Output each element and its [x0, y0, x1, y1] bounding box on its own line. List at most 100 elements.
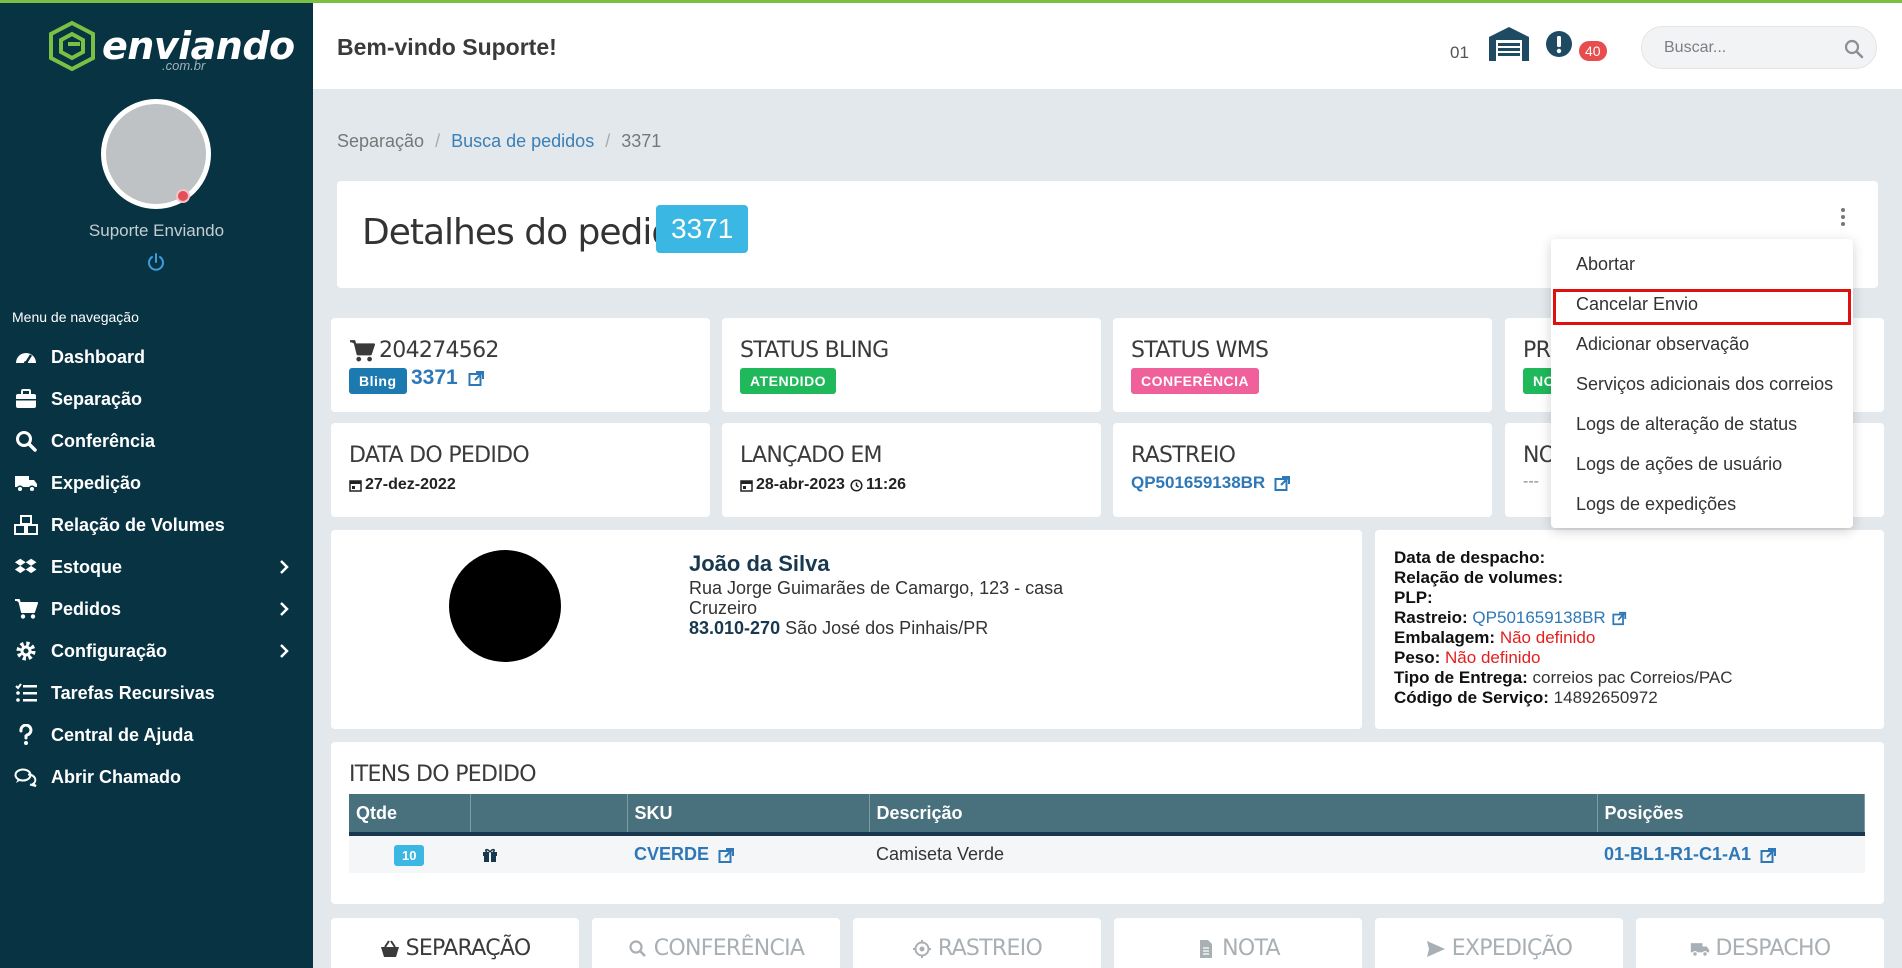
tracking-code: QP501659138BR	[1131, 473, 1266, 492]
breadcrumb-link[interactable]: Busca de pedidos	[451, 131, 594, 152]
bling-order-link[interactable]: 3371	[411, 366, 485, 390]
sku-link: CVERDE	[634, 844, 710, 864]
search-icon[interactable]	[1844, 39, 1864, 59]
sidebar-item-label: Dashboard	[51, 346, 146, 367]
sidebar-item-abrir-chamado[interactable]: Abrir Chamado	[0, 756, 313, 798]
items-card: ITENS DO PEDIDO Qtde SKU Descrição Posiç…	[331, 742, 1884, 904]
order-id: 204274562	[349, 338, 499, 363]
icon-cell	[470, 834, 627, 873]
package: Embalagem: Não definido	[1394, 628, 1595, 648]
cart-icon	[350, 339, 375, 362]
service-code-value: 14892650972	[1553, 688, 1658, 707]
dropbox-icon	[14, 558, 37, 574]
order-date-text: 27-dez-2022	[365, 476, 456, 493]
sidebar-item-expedicao[interactable]: Expedição	[0, 462, 313, 504]
nav-title: Menu de navegação	[12, 309, 139, 325]
sidebar-item-label: Conferência	[51, 430, 156, 451]
kebab-menu-icon[interactable]	[1838, 206, 1848, 228]
chevron-right-icon	[280, 644, 289, 658]
status-bling-badge: ATENDIDO	[740, 368, 837, 394]
customer-address: Rua Jorge Guimarães de Camargo, 123 - ca…	[689, 578, 1064, 598]
sidebar-item-tarefas[interactable]: Tarefas Recursivas	[0, 672, 313, 714]
weight-value: Não definido	[1445, 648, 1541, 667]
sidebar-item-label: Separação	[51, 388, 143, 409]
search-icon	[16, 431, 37, 452]
table-header-row: Qtde SKU Descrição Posições	[349, 794, 1865, 836]
gift-icon	[483, 849, 497, 863]
external-link-icon	[468, 370, 484, 386]
order-number-badge: 3371	[656, 205, 749, 253]
tab-rastreio[interactable]: RASTREIO	[853, 918, 1101, 968]
search-icon	[629, 940, 646, 957]
menu-item-logs-expedicoes[interactable]: Logs de expedições	[1576, 494, 1736, 515]
tab-despacho[interactable]: DESPACHO	[1636, 918, 1884, 968]
sidebar-item-conferencia[interactable]: Conferência	[0, 420, 313, 462]
power-icon[interactable]	[146, 252, 166, 272]
boxes-icon	[14, 515, 38, 535]
sku-cell[interactable]: CVERDE	[627, 834, 869, 873]
customer-city-line: 83.010-270 São José dos Pinhais/PR	[689, 618, 988, 639]
launched-card: LANÇADO EM 28-abr-2023 11:26	[722, 423, 1101, 517]
breadcrumb-separator: /	[605, 131, 611, 151]
dispatch-date: Data de despacho:	[1394, 548, 1545, 568]
truck-icon	[1690, 943, 1709, 957]
service-code-label: Código de Serviço:	[1394, 688, 1549, 707]
order-date-card: DATA DO PEDIDO 27-dez-2022	[331, 423, 710, 517]
sidebar-item-separacao[interactable]: Separação	[0, 378, 313, 420]
menu-item-servicos-correios[interactable]: Serviços adicionais dos correios	[1576, 374, 1833, 395]
breadcrumb-item[interactable]: Separação	[337, 131, 424, 152]
sidebar-item-pedidos[interactable]: Pedidos	[0, 588, 313, 630]
tab-separacao[interactable]: SEPARAÇÃO	[331, 918, 579, 968]
shipping-tracking-code: QP501659138BR	[1472, 608, 1606, 627]
warehouse-icon[interactable]	[1487, 25, 1531, 61]
external-link-icon	[1760, 847, 1777, 863]
sidebar-item-central-ajuda[interactable]: Central de Ajuda	[0, 714, 313, 756]
sidebar-item-label: Relação de Volumes	[51, 514, 225, 535]
order-actions-dropdown: Abortar Cancelar Envio Adicionar observa…	[1551, 239, 1853, 528]
customer-card: João da Silva Rua Jorge Guimarães de Cam…	[331, 530, 1362, 729]
tab-nota[interactable]: NOTA	[1114, 918, 1362, 968]
column-header: Posições	[1597, 794, 1865, 836]
tab-label: EXPEDIÇÃO	[1451, 936, 1573, 961]
chevron-right-icon	[280, 602, 289, 616]
qty-badge: 10	[394, 844, 425, 866]
tracking-link[interactable]: QP501659138BR	[1131, 473, 1291, 493]
shipping-tracking-link[interactable]: QP501659138BR	[1472, 608, 1627, 627]
customer-zip: 83.010-270	[689, 618, 781, 638]
sidebar-item-label: Central de Ajuda	[51, 724, 194, 745]
breadcrumb-current: 3371	[621, 131, 662, 151]
menu-item-abortar[interactable]: Abortar	[1576, 254, 1635, 275]
alert-icon[interactable]	[1545, 30, 1573, 58]
qty-cell: 10	[349, 834, 470, 873]
order-id-value: 204274562	[379, 338, 499, 363]
chat-icon	[14, 768, 37, 787]
sidebar-item-configuracao[interactable]: Configuração	[0, 630, 313, 672]
user-avatar[interactable]	[101, 99, 211, 209]
sidebar-item-label: Tarefas Recursivas	[51, 682, 215, 703]
shipping-tracking-label: Rastreio:	[1394, 608, 1468, 627]
position-cell[interactable]: 01-BL1-R1-C1-A1	[1597, 834, 1865, 873]
external-link-icon	[1274, 476, 1290, 492]
menu-item-adicionar-observacao[interactable]: Adicionar observação	[1576, 334, 1749, 355]
tab-expedicao[interactable]: EXPEDIÇÃO	[1375, 918, 1623, 968]
search-input[interactable]	[1664, 37, 1834, 59]
external-link-icon	[1612, 611, 1627, 626]
tab-conferencia[interactable]: CONFERÊNCIA	[592, 918, 840, 968]
external-link-icon	[718, 847, 735, 863]
breadcrumb-separator: /	[435, 131, 441, 151]
store-number: 01	[1450, 43, 1469, 62]
column-header	[470, 794, 628, 836]
menu-item-logs-acoes[interactable]: Logs de ações de usuário	[1576, 454, 1782, 475]
weight: Peso: Não definido	[1394, 648, 1541, 668]
calendar-icon	[740, 479, 753, 492]
status-dot	[176, 189, 190, 203]
tracking-card: RASTREIO QP501659138BR	[1113, 423, 1492, 517]
sidebar-item-relacao-volumes[interactable]: Relação de Volumes	[0, 504, 313, 546]
file-icon	[1200, 940, 1213, 958]
sidebar-item-estoque[interactable]: Estoque	[0, 546, 313, 588]
launched-time: 11:26	[865, 476, 906, 493]
menu-item-logs-status[interactable]: Logs de alteração de status	[1576, 414, 1797, 435]
launched-label: LANÇADO EM	[740, 443, 883, 468]
sidebar-item-dashboard[interactable]: Dashboard	[0, 336, 313, 378]
cart-icon	[15, 599, 38, 619]
